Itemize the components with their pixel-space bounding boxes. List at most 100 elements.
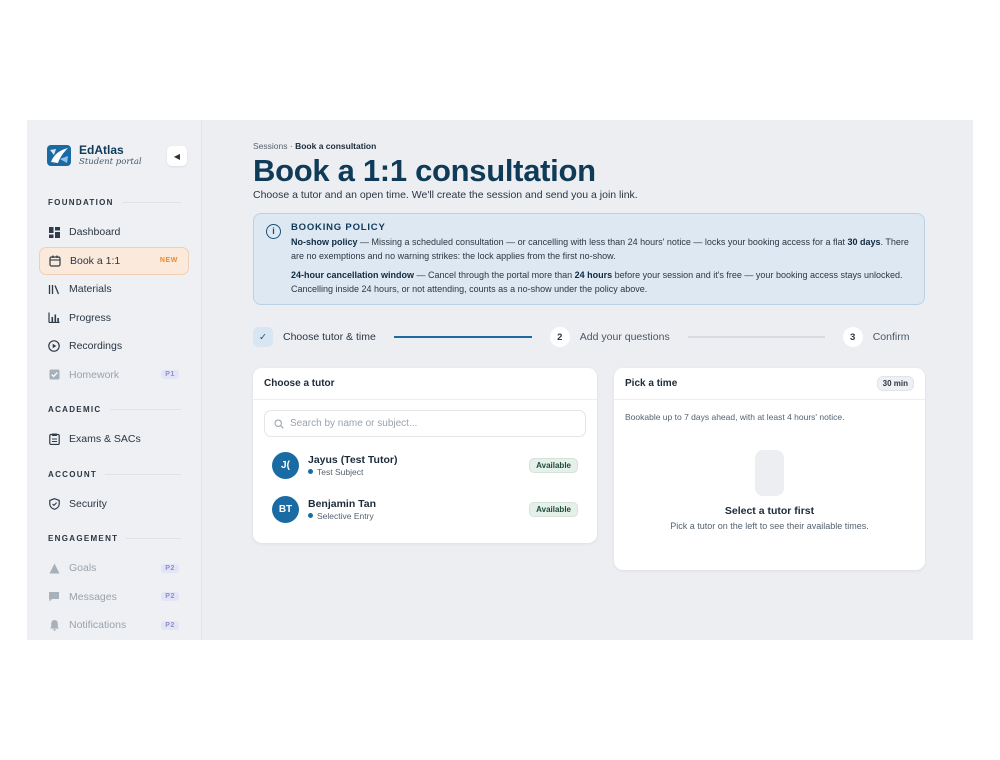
sidebar-item-messages[interactable]: Messages P2 [39, 583, 189, 611]
policy-no-show: No-show policy — Missing a scheduled con… [291, 236, 912, 263]
empty-state-placeholder-icon [755, 450, 784, 496]
checkbox-icon [48, 369, 60, 381]
policy-emphasis: 24 hours [574, 270, 613, 280]
empty-state-subtitle: Pick a tutor on the left to see their av… [670, 521, 869, 531]
section-title-engagement: ENGAGEMENT [39, 534, 189, 543]
step-label: Confirm [872, 331, 910, 343]
policy-text: — Cancel through the portal more than [414, 270, 575, 280]
sidebar-item-label: Homework [69, 368, 120, 381]
duration-badge: 30 min [876, 376, 914, 391]
sidebar-item-label: Goals [69, 562, 97, 574]
bar-chart-icon [48, 312, 60, 324]
sidebar-item-recordings[interactable]: Recordings [39, 332, 189, 360]
policy-term: No-show policy [291, 237, 358, 247]
booking-cards: Choose a tutor Search by name or subject… [253, 368, 925, 570]
check-icon: ✓ [253, 327, 273, 347]
message-icon [48, 591, 60, 603]
page-subtitle: Choose a tutor and an open time. We'll c… [253, 189, 638, 201]
sidebar-item-goals[interactable]: Goals P2 [39, 554, 189, 582]
policy-title: BOOKING POLICY [291, 222, 386, 233]
clipboard-icon [48, 433, 60, 445]
tutor-name: Benjamin Tan [308, 497, 377, 510]
step-connector [393, 336, 532, 338]
breadcrumb-current: Book a consultation [295, 141, 377, 151]
section-title-foundation: FOUNDATION [39, 198, 189, 207]
breadcrumb: Sessions · Book a consultation [253, 141, 925, 151]
sidebar-item-label: Progress [69, 311, 112, 324]
chevron-left-icon: ◀ [173, 151, 181, 161]
sidebar-item-materials[interactable]: Materials [39, 275, 189, 303]
tutor-subject-label: Test Subject [317, 466, 364, 477]
policy-emphasis: 30 days [847, 237, 881, 247]
new-badge: NEW [159, 257, 178, 264]
tutor-subject: Selective Entry [308, 511, 376, 521]
shield-icon [48, 497, 60, 510]
step-label: Add your questions [579, 331, 670, 343]
card-header: Pick a time 30 min [614, 368, 925, 400]
step-confirm[interactable]: 3 Confirm [842, 327, 910, 347]
sidebar-item-progress[interactable]: Progress [39, 304, 189, 332]
bell-icon [48, 619, 60, 631]
phase-badge: P2 [161, 563, 179, 573]
sidebar-item-label: Messages [69, 590, 117, 603]
page-title: Book a 1:1 consultation [253, 153, 596, 188]
phase-badge: P1 [161, 370, 179, 379]
sidebar-item-label: Recordings [69, 340, 123, 352]
info-icon: i [266, 224, 281, 239]
search-placeholder: Search by name or subject... [290, 418, 418, 429]
step-number: 2 [549, 327, 570, 347]
breadcrumb-separator: · [289, 141, 293, 151]
step-add-questions[interactable]: 2 Add your questions [549, 327, 670, 347]
sidebar-item-notifications[interactable]: Notifications P2 [39, 611, 189, 639]
collapse-sidebar-button[interactable]: ◀ [167, 146, 187, 166]
step-number: 3 [842, 327, 863, 347]
goal-icon [48, 562, 60, 574]
phase-badge: P2 [161, 592, 179, 601]
calendar-icon [49, 255, 61, 267]
tutor-row[interactable]: J( Jayus (Test Tutor) Test Subject Avail… [253, 443, 597, 487]
step-connector [687, 336, 825, 338]
status-badge: Available [529, 501, 578, 517]
edatlas-logo-icon [47, 145, 71, 166]
empty-state-title: Select a tutor first [724, 505, 815, 517]
sidebar-item-homework[interactable]: Homework P1 [39, 361, 189, 389]
policy-cancellation: 24-hour cancellation window — Cancel thr… [291, 269, 912, 296]
card-header: Choose a tutor [253, 368, 597, 400]
pick-time-card: Pick a time 30 min Bookable up to 7 days… [614, 368, 925, 570]
brand-name: EdAtlas [79, 142, 124, 157]
dot-icon [308, 513, 313, 518]
avatar: J( [272, 451, 299, 479]
library-icon [48, 283, 60, 295]
policy-text: — Missing a scheduled consultation — or … [357, 237, 848, 247]
policy-term: 24-hour cancellation window [291, 270, 415, 280]
tutor-subject-label: Selective Entry [317, 510, 374, 521]
sidebar-item-label: Book a 1:1 [70, 254, 121, 267]
sidebar-item-label: Materials [69, 283, 112, 295]
sidebar-item-book[interactable]: Book a 1:1 NEW [39, 246, 189, 275]
sidebar-item-dashboard[interactable]: Dashboard [39, 218, 189, 246]
app-window: EdAtlas Student portal ◀ FOUNDATION Dash… [27, 120, 973, 640]
booking-policy-panel: i BOOKING POLICY No-show policy — Missin… [253, 213, 925, 305]
tutor-search-input[interactable]: Search by name or subject... [264, 410, 586, 437]
status-badge: Available [529, 457, 578, 473]
booking-window-note: Bookable up to 7 days ahead, with at lea… [625, 412, 845, 422]
brand-subtitle: Student portal [79, 156, 142, 167]
sidebar-item-label: Dashboard [69, 226, 121, 238]
sidebar-item-label: Exams & SACs [69, 433, 141, 445]
sidebar-item-label: Notifications [69, 619, 127, 631]
section-title-account: ACCOUNT [39, 470, 189, 479]
tutor-row[interactable]: BT Benjamin Tan Selective Entry Availabl… [253, 487, 597, 531]
tutor-name: Jayus (Test Tutor) [308, 453, 398, 466]
avatar: BT [272, 495, 299, 523]
section-title-academic: ACADEMIC [39, 405, 189, 414]
breadcrumb-parent[interactable]: Sessions [253, 141, 288, 151]
sidebar-item-label: Security [69, 497, 107, 510]
search-icon [274, 418, 284, 429]
step-choose-tutor[interactable]: ✓ Choose tutor & time [253, 327, 376, 347]
grid-icon [48, 226, 60, 238]
main-content: Sessions · Book a consultation Book a 1:… [202, 120, 973, 640]
brand[interactable]: EdAtlas Student portal ◀ [39, 142, 189, 168]
dot-icon [308, 469, 313, 474]
sidebar-item-exams[interactable]: Exams & SACs [39, 425, 189, 453]
sidebar-item-security[interactable]: Security [39, 490, 189, 518]
